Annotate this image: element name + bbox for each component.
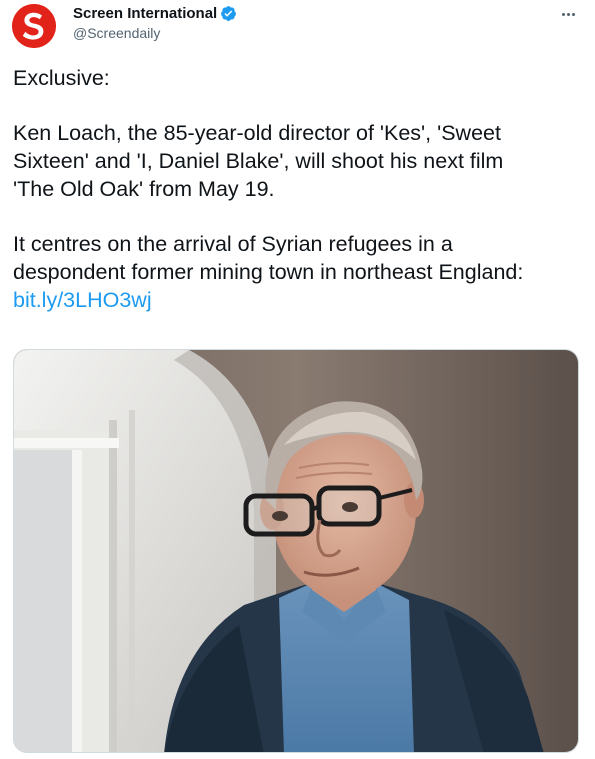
tweet-paragraph-3-text: It centres on the arrival of Syrian refu… [13,232,524,284]
display-name[interactable]: Screen International [73,4,217,23]
avatar[interactable] [12,4,56,48]
tweet-photo[interactable] [13,349,579,753]
more-options-icon[interactable] [556,4,580,24]
tweet-paragraph-2: Ken Loach, the 85-year-old director of '… [13,121,504,201]
account-handle[interactable]: @Screendaily [73,24,237,42]
tweet-link[interactable]: bit.ly/3LHO3wj [13,288,152,312]
tweet-paragraph-3: It centres on the arrival of Syrian refu… [13,230,583,314]
display-name-row: Screen International [73,4,237,23]
portrait-photo [14,350,578,752]
tweet-text: Exclusive: Ken Loach, the 85-year-old di… [13,64,583,314]
tweet-paragraph-1: Exclusive: [13,66,110,90]
screen-logo-icon [12,4,56,48]
account-names: Screen International @Screendaily [73,4,237,42]
tweet-card: Screen International @Screendaily Exclus… [0,0,595,759]
verified-badge-icon [220,5,237,22]
tweet-header: Screen International @Screendaily [12,4,582,48]
